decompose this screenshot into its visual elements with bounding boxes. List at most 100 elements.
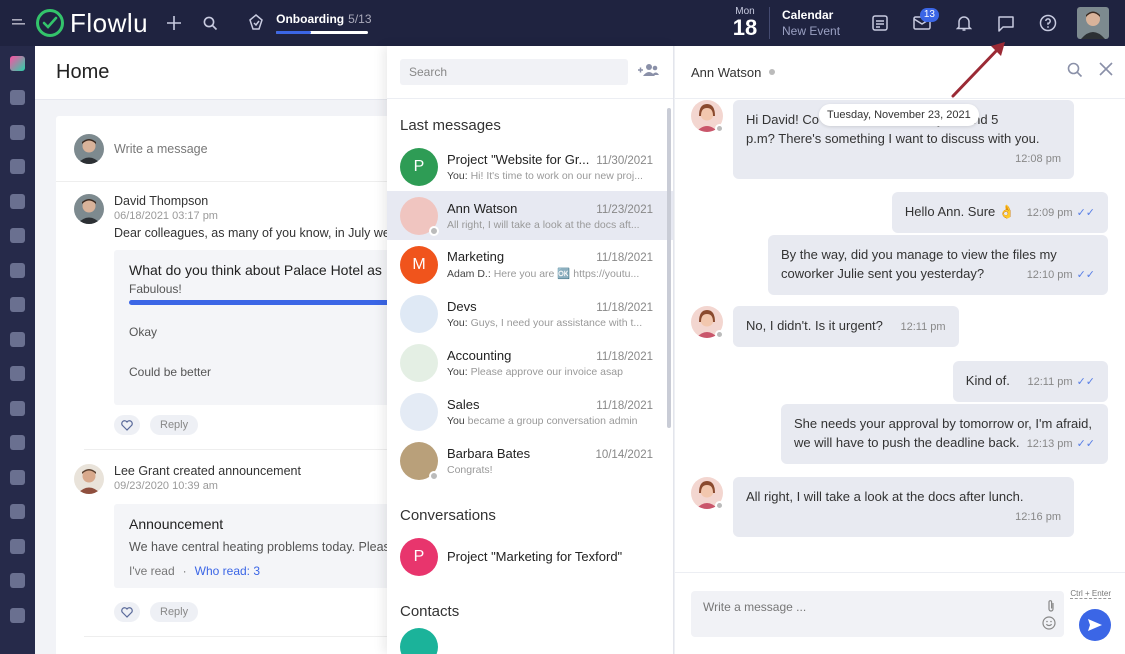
chat-name: Devs bbox=[447, 298, 477, 314]
poll-question: What do you think about Palace Hotel as bbox=[129, 262, 382, 278]
chat-list-item[interactable]: Devs 11/18/2021 You: Guys, I need your ass… bbox=[387, 289, 673, 338]
chat-search-input[interactable]: Search bbox=[400, 59, 628, 85]
chat-name: Marketing bbox=[447, 249, 505, 264]
page-title: Home bbox=[56, 61, 110, 83]
message-time: 12:08 pm bbox=[1015, 153, 1061, 165]
add-icon[interactable] bbox=[156, 0, 192, 46]
chat-preview: Congrats! bbox=[447, 463, 493, 476]
nav-item-products[interactable] bbox=[0, 357, 35, 392]
logo-text: Flowlu bbox=[70, 7, 149, 38]
ive-read-button[interactable]: I've read bbox=[129, 564, 175, 578]
nav-item-settings[interactable] bbox=[0, 529, 35, 564]
post-author[interactable]: David Thompson bbox=[114, 194, 218, 208]
mail-icon[interactable]: 13 bbox=[901, 0, 943, 46]
chat-list-item[interactable]: M Marketing 11/18/2021 Adam D.: Here you ar… bbox=[387, 240, 673, 289]
crm-pipeline-icon bbox=[10, 435, 25, 451]
onboarding-progress-bar bbox=[276, 31, 369, 34]
date-separator: Tuesday, November 23, 2021 bbox=[819, 104, 979, 126]
emoji-icon[interactable] bbox=[1042, 616, 1056, 633]
date-widget[interactable]: Mon 18 bbox=[727, 7, 763, 39]
add-user-icon[interactable] bbox=[636, 63, 660, 82]
search-icon[interactable] bbox=[1067, 62, 1083, 83]
message-composer: Write a message ... Ctrl + Enter bbox=[675, 572, 1125, 654]
status-dot bbox=[429, 470, 439, 481]
message-text: p.m? There's something I want to discuss… bbox=[746, 131, 1040, 146]
chat-list-item[interactable]: Sales 11/18/2021 You became a group conver… bbox=[387, 387, 673, 436]
post-author[interactable]: Lee Grant bbox=[114, 464, 170, 478]
conversation-item[interactable]: P Project "Marketing for Texford" bbox=[387, 532, 673, 581]
chat-preview: Please approve our invoice asap bbox=[470, 365, 623, 378]
nav-item-knowledge[interactable] bbox=[0, 150, 35, 185]
nav-item-integrations[interactable] bbox=[0, 391, 35, 426]
conversation-name[interactable]: Ann Watson bbox=[691, 65, 761, 80]
modules-icon bbox=[10, 504, 25, 520]
nav-item-modules[interactable] bbox=[0, 495, 35, 530]
who-read-link[interactable]: Who read: 3 bbox=[195, 564, 260, 578]
invoices-icon bbox=[10, 262, 25, 278]
notes-icon[interactable] bbox=[859, 0, 901, 46]
nav-item-tasks[interactable] bbox=[0, 115, 35, 150]
message-text: Hi David! Co bbox=[746, 112, 819, 127]
knowledge-icon bbox=[10, 159, 25, 175]
close-icon[interactable] bbox=[1099, 60, 1113, 81]
like-button[interactable] bbox=[114, 602, 140, 622]
menu-toggle-icon[interactable] bbox=[0, 0, 40, 46]
message-time: 12:09 pm bbox=[1026, 207, 1073, 219]
avatar: M bbox=[400, 245, 438, 284]
nav-item-support[interactable] bbox=[0, 598, 35, 633]
post-action: created announcement bbox=[173, 464, 301, 478]
chat-list-item[interactable]: Ann Watson 11/23/2021 All right, I will t… bbox=[387, 191, 673, 240]
user-avatar[interactable] bbox=[1077, 7, 1109, 39]
bell-icon[interactable] bbox=[943, 0, 985, 46]
calendar-title: Calendar bbox=[782, 7, 834, 22]
settings-icon bbox=[10, 538, 25, 554]
nav-item-reports[interactable] bbox=[0, 460, 35, 495]
like-button[interactable] bbox=[114, 415, 140, 435]
calendar-widget[interactable]: Calendar New Event bbox=[769, 6, 859, 40]
nav-item-invoices[interactable] bbox=[0, 253, 35, 288]
chat-list-item[interactable]: Barbara Bates 10/14/2021 Congrats! bbox=[387, 436, 673, 485]
nav-item-contacts[interactable] bbox=[0, 322, 35, 357]
status-dot bbox=[715, 501, 724, 510]
documents-icon bbox=[10, 297, 25, 313]
nav-item-goals[interactable] bbox=[0, 564, 35, 599]
chat-icon[interactable] bbox=[985, 0, 1027, 46]
send-icon bbox=[1088, 619, 1102, 631]
message-input[interactable]: Write a message ... bbox=[691, 591, 1064, 637]
calendar-new-event[interactable]: New Event bbox=[782, 23, 859, 39]
nav-item-crm-pipeline[interactable] bbox=[0, 426, 35, 461]
nav-item-projects[interactable] bbox=[0, 81, 35, 116]
attach-icon[interactable] bbox=[1046, 599, 1056, 616]
nav-item-documents[interactable] bbox=[0, 288, 35, 323]
feed-post: Lee Grant created announcement 09/23/202… bbox=[56, 450, 396, 637]
chat-sender: Adam D.: bbox=[447, 268, 491, 280]
announcement: Announcement We have central heating pro… bbox=[114, 504, 396, 588]
message-time: 12:13 pm bbox=[1026, 438, 1073, 450]
search-icon[interactable] bbox=[192, 0, 228, 46]
reply-button[interactable]: Reply bbox=[150, 602, 199, 622]
logo-check-icon bbox=[36, 9, 64, 37]
avatar bbox=[74, 464, 104, 494]
nav-item-crm[interactable] bbox=[0, 46, 35, 81]
crm-icon bbox=[10, 55, 25, 71]
poll-option[interactable]: Could be better bbox=[129, 365, 396, 379]
onboarding-widget[interactable]: Onboarding 5/13 bbox=[246, 12, 372, 35]
feed-composer[interactable]: Write a message bbox=[56, 116, 396, 182]
send-shortcut-hint[interactable]: Ctrl + Enter bbox=[1070, 589, 1111, 599]
chat-date: 11/18/2021 bbox=[596, 252, 653, 264]
logo[interactable]: Flowlu bbox=[36, 8, 148, 39]
chat-name: Accounting bbox=[447, 347, 512, 363]
nav-item-agile[interactable] bbox=[0, 184, 35, 219]
send-button[interactable] bbox=[1079, 609, 1111, 641]
chat-date: 11/18/2021 bbox=[596, 301, 653, 314]
contact-avatar[interactable] bbox=[400, 628, 438, 654]
chat-list-item[interactable]: P Project "Website for Gr... 11/30/2021 You… bbox=[387, 142, 673, 191]
nav-item-finance[interactable] bbox=[0, 219, 35, 254]
chat-list-item[interactable]: Accounting 11/18/2021 You: Please approve … bbox=[387, 338, 673, 387]
help-icon[interactable] bbox=[1027, 0, 1069, 46]
integrations-icon bbox=[10, 400, 25, 416]
poll-option[interactable]: Okay bbox=[129, 325, 396, 339]
reply-button[interactable]: Reply bbox=[150, 415, 199, 435]
scrollbar[interactable] bbox=[667, 108, 671, 428]
poll-option[interactable]: Fabulous! bbox=[129, 282, 396, 296]
